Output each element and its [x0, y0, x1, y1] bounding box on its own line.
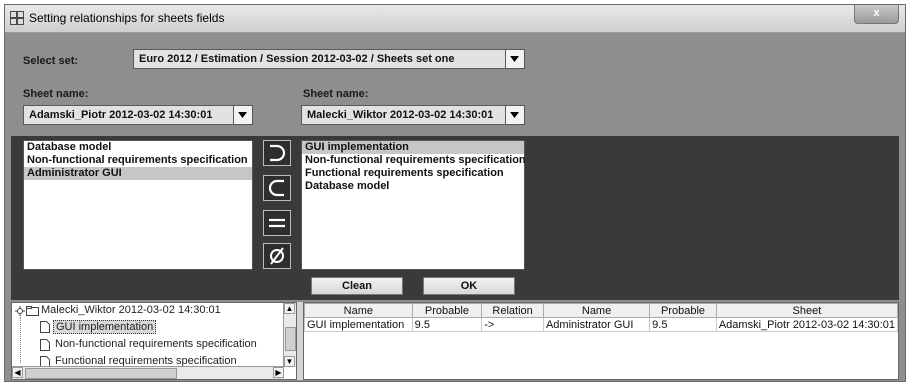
- left-sheet-dropdown[interactable]: Adamski_Piotr 2012-03-02 14:30:01: [23, 105, 253, 125]
- scroll-thumb[interactable]: [25, 368, 177, 379]
- list-item[interactable]: Non-functional requirements specificatio…: [302, 154, 526, 167]
- ok-button[interactable]: OK: [423, 277, 515, 295]
- empty-set-button[interactable]: [263, 243, 291, 269]
- column-header[interactable]: Relation: [481, 303, 544, 318]
- scroll-thumb[interactable]: [285, 327, 296, 351]
- equal-button[interactable]: [263, 210, 291, 236]
- column-header[interactable]: Sheet: [715, 303, 898, 318]
- document-icon: [40, 321, 50, 333]
- tree-node[interactable]: GUI implementation: [53, 320, 157, 334]
- dropdown-arrow-icon[interactable]: [233, 106, 252, 124]
- list-item[interactable]: Non-functional requirements specificatio…: [24, 154, 252, 167]
- list-item[interactable]: Database model: [302, 180, 524, 193]
- folder-icon: [26, 306, 39, 316]
- column-header[interactable]: Probable: [649, 303, 717, 318]
- relations-table[interactable]: Name Probable Relation Name Probable She…: [303, 302, 899, 380]
- select-set-value: Euro 2012 / Estimation / Session 2012-03…: [139, 53, 455, 65]
- select-set-label: Select set:: [23, 55, 79, 67]
- scroll-right-icon[interactable]: ▶: [273, 367, 284, 378]
- right-fields-list[interactable]: GUI implementation Non-functional requir…: [301, 140, 526, 270]
- scroll-up-icon[interactable]: ▲: [284, 303, 295, 314]
- table-header-row: Name Probable Relation Name Probable She…: [304, 303, 898, 318]
- dropdown-arrow-icon[interactable]: [505, 50, 524, 68]
- equal-icon: [269, 218, 285, 228]
- column-header[interactable]: Name: [304, 303, 413, 318]
- right-sheet-dropdown[interactable]: Malecki_Wiktor 2012-03-02 14:30:01: [301, 105, 525, 125]
- window-title: Setting relationships for sheets fields: [29, 11, 225, 25]
- right-sheet-value: Malecki_Wiktor 2012-03-02 14:30:01: [307, 109, 494, 121]
- subset-icon: [268, 179, 284, 197]
- close-button[interactable]: x: [854, 5, 899, 24]
- column-header[interactable]: Name: [542, 303, 651, 318]
- select-set-dropdown[interactable]: Euro 2012 / Estimation / Session 2012-03…: [133, 49, 525, 69]
- left-sheet-value: Adamski_Piotr 2012-03-02 14:30:01: [29, 109, 213, 121]
- dropdown-arrow-icon[interactable]: [505, 106, 524, 124]
- title-bar: Setting relationships for sheets fields …: [5, 5, 905, 33]
- relationships-window: Setting relationships for sheets fields …: [4, 4, 906, 382]
- table-cell[interactable]: ->: [481, 317, 544, 332]
- list-item[interactable]: Database model: [24, 141, 252, 154]
- superset-button[interactable]: [263, 140, 291, 166]
- table-cell[interactable]: Administrator GUI: [542, 317, 651, 332]
- scroll-down-icon[interactable]: ▼: [284, 356, 295, 367]
- tree-root-node[interactable]: Malecki_Wiktor 2012-03-02 14:30:01: [41, 304, 221, 316]
- document-icon: [40, 339, 50, 351]
- list-item[interactable]: Administrator GUI: [24, 167, 252, 180]
- table-cell[interactable]: Adamski_Piotr 2012-03-02 14:30:01: [715, 317, 898, 332]
- table-cell[interactable]: 9.5: [649, 317, 717, 332]
- sheet-tree[interactable]: Malecki_Wiktor 2012-03-02 14:30:01 GUI i…: [11, 302, 297, 380]
- table-cell[interactable]: GUI implementation: [304, 317, 413, 332]
- app-grid-icon: [10, 11, 24, 25]
- left-fields-list[interactable]: Database model Non-functional requiremen…: [23, 140, 253, 270]
- tree-horizontal-scrollbar[interactable]: ◀ ▶: [12, 366, 284, 379]
- superset-icon: [270, 144, 286, 162]
- table-cell[interactable]: 9.5: [411, 317, 483, 332]
- subset-button[interactable]: [263, 175, 291, 201]
- empty-set-icon: [270, 247, 284, 265]
- list-item[interactable]: GUI implementation: [302, 141, 524, 154]
- tree-node[interactable]: Non-functional requirements specificatio…: [55, 338, 257, 350]
- column-header[interactable]: Probable: [411, 303, 483, 318]
- tree-vertical-scrollbar[interactable]: ▲ ▼: [283, 303, 296, 367]
- tree-expand-icon[interactable]: [15, 306, 25, 316]
- left-sheet-label: Sheet name:: [23, 88, 89, 100]
- clean-button[interactable]: Clean: [311, 277, 403, 295]
- table-row[interactable]: GUI implementation 9.5 -> Administrator …: [304, 317, 898, 332]
- list-item[interactable]: Functional requirements specification: [302, 167, 524, 180]
- right-sheet-label: Sheet name:: [303, 88, 369, 100]
- scroll-left-icon[interactable]: ◀: [12, 367, 23, 378]
